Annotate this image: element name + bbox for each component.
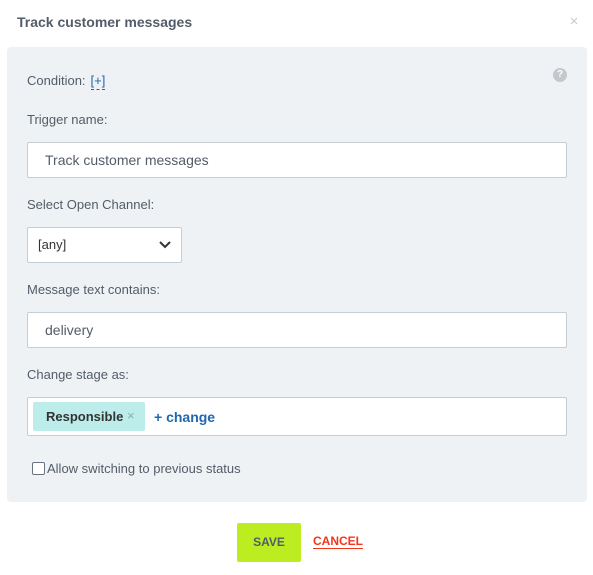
chevron-down-icon <box>159 241 171 249</box>
close-icon[interactable]: × <box>567 14 581 30</box>
condition-label: Condition: <box>27 73 86 88</box>
message-text-input[interactable]: delivery <box>27 312 567 348</box>
stage-tag-label: Responsible <box>46 409 124 424</box>
open-channel-select[interactable]: [any] <box>27 227 182 263</box>
add-condition-link[interactable]: [+] <box>90 73 106 90</box>
open-channel-label: Select Open Channel: <box>27 197 155 212</box>
trigger-name-input[interactable]: Track customer messages <box>27 142 567 178</box>
stage-selector[interactable]: Responsible × + change <box>27 397 567 436</box>
change-stage-link[interactable]: + change <box>154 409 215 425</box>
help-icon[interactable]: ? <box>553 68 567 82</box>
stage-tag[interactable]: Responsible × <box>33 402 145 431</box>
cancel-button[interactable]: CANCEL <box>313 535 363 549</box>
settings-panel: Condition: [+] ? Trigger name: Track cust… <box>7 47 587 502</box>
save-button[interactable]: SAVE <box>237 523 301 562</box>
remove-tag-icon[interactable]: × <box>127 408 135 423</box>
trigger-dialog: Track customer messages × Condition: [+] … <box>0 0 593 575</box>
allow-previous-label[interactable]: Allow switching to previous status <box>47 461 241 476</box>
dialog-title: Track customer messages <box>17 14 193 30</box>
trigger-name-label: Trigger name: <box>27 112 108 127</box>
change-stage-label: Change stage as: <box>27 367 129 382</box>
allow-previous-checkbox[interactable] <box>32 462 45 475</box>
open-channel-value: [any] <box>38 237 67 252</box>
condition-row: Condition: [+] <box>27 73 106 90</box>
message-text-label: Message text contains: <box>27 282 160 297</box>
